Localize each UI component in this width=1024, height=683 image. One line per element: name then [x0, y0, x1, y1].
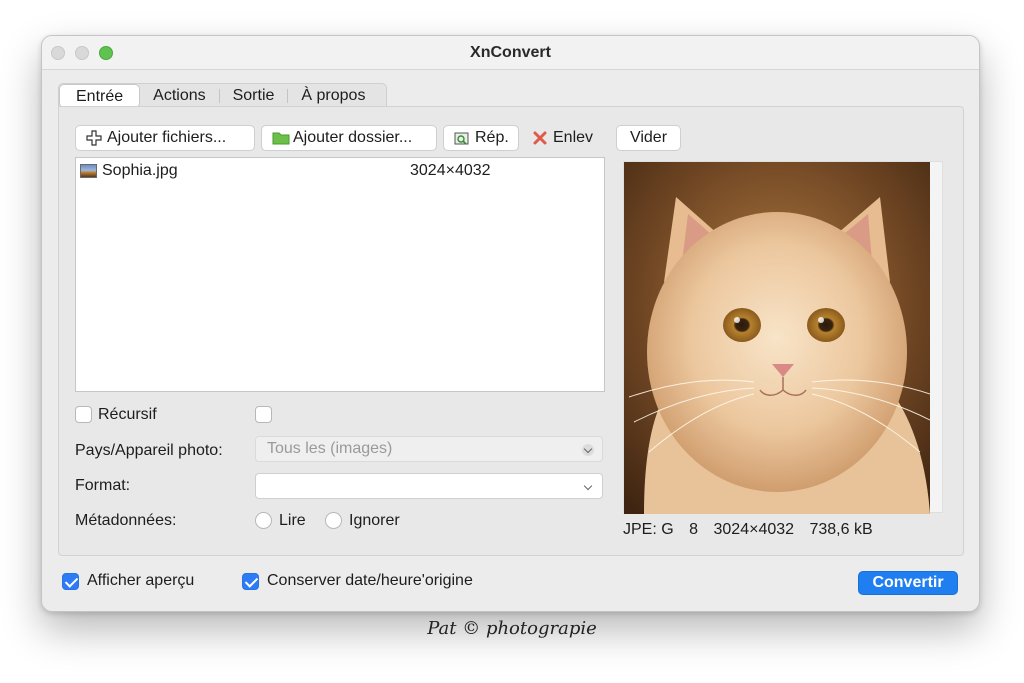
photo-credit: Pat © photograpie: [427, 618, 597, 639]
tab-a-propos[interactable]: À propos: [288, 84, 378, 108]
cat-preview-image: [624, 162, 930, 514]
preview-info: JPE: G 8 3024×4032 738,6 kB: [623, 521, 884, 539]
country-label: Pays/Appareil photo:: [75, 442, 223, 459]
show-preview-label: Afficher aperçu: [87, 572, 195, 589]
preview-bits: 8: [689, 521, 699, 538]
keep-date-checkbox[interactable]: [242, 573, 259, 590]
input-panel: Ajouter fichiers... Ajouter dossier... R…: [58, 106, 964, 556]
remove-label: Enlev: [553, 129, 594, 146]
metadata-ignore-radio[interactable]: [325, 512, 342, 529]
file-dimensions: 3024×4032: [410, 162, 491, 179]
file-name: Sophia.jpg: [102, 162, 178, 179]
format-label: Format:: [75, 477, 131, 494]
recursive-label: Récursif: [98, 406, 157, 423]
metadata-label: Métadonnées:: [75, 512, 177, 529]
directory-icon: [454, 130, 470, 146]
add-files-button[interactable]: Ajouter fichiers...: [75, 125, 255, 151]
window-title: XnConvert: [470, 44, 551, 61]
show-preview-checkbox[interactable]: [62, 573, 79, 590]
preview-dimensions: 3024×4032: [713, 521, 795, 538]
add-files-icon: [86, 130, 102, 146]
folder-icon: [272, 130, 290, 146]
add-files-label: Ajouter fichiers...: [107, 129, 227, 146]
chevron-down-icon: [582, 481, 594, 493]
metadata-read-label: Lire: [279, 512, 306, 529]
file-row[interactable]: Sophia.jpg 3024×4032: [78, 162, 598, 182]
extra-checkbox[interactable]: [255, 406, 272, 423]
recursive-checkbox[interactable]: [75, 406, 92, 423]
tab-sortie[interactable]: Sortie: [220, 84, 288, 108]
title-bar: XnConvert: [42, 36, 979, 70]
remove-button[interactable]: Enlev: [521, 125, 607, 151]
preview-frame: [623, 161, 943, 514]
tab-actions[interactable]: Actions: [140, 84, 218, 108]
country-camera-value: Tous les (images): [267, 440, 393, 457]
tab-entree[interactable]: Entrée: [59, 83, 141, 108]
rep-label: Rép.: [475, 129, 509, 146]
add-folder-button[interactable]: Ajouter dossier...: [261, 125, 437, 151]
keep-date-label: Conserver date/heure'origine: [267, 572, 473, 589]
file-list[interactable]: Sophia.jpg 3024×4032: [75, 157, 605, 392]
country-camera-select[interactable]: Tous les (images): [255, 436, 603, 462]
metadata-ignore-label: Ignorer: [349, 512, 400, 529]
metadata-read-radio[interactable]: [255, 512, 272, 529]
clear-button[interactable]: Vider: [616, 125, 681, 151]
format-select[interactable]: [255, 473, 603, 499]
rep-button[interactable]: Rép.: [443, 125, 519, 151]
app-window: XnConvert Entrée Actions Sortie À propos…: [41, 35, 980, 612]
clear-label: Vider: [629, 129, 668, 146]
add-folder-label: Ajouter dossier...: [293, 129, 413, 146]
remove-icon: [532, 130, 548, 146]
preview-format: JPE: G: [623, 521, 674, 538]
chevron-down-icon: [582, 444, 594, 456]
preview-size: 738,6 kB: [809, 521, 873, 538]
tab-bar: Entrée Actions Sortie À propos: [58, 83, 387, 108]
image-file-icon: [80, 164, 97, 178]
convert-button[interactable]: Convertir: [858, 571, 958, 595]
